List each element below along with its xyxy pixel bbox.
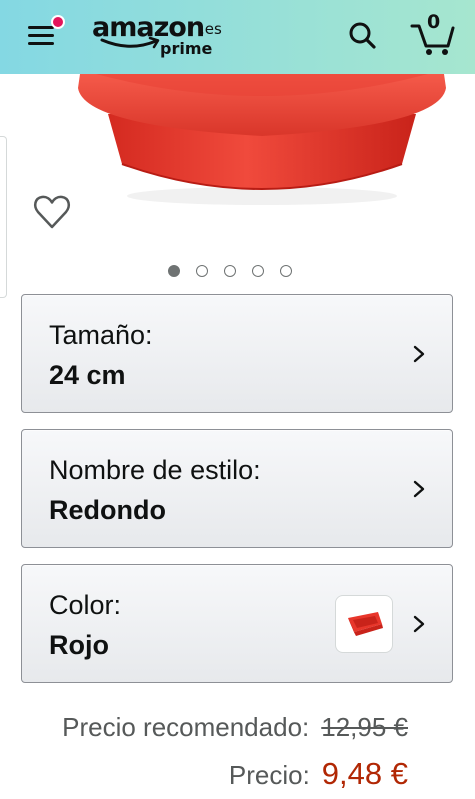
logo-prime: prime: [160, 39, 213, 58]
cart-button[interactable]: 0: [408, 10, 458, 58]
top-header: amazon .es prime 0: [0, 0, 475, 74]
carousel-dot[interactable]: [280, 265, 292, 277]
side-panel-tab[interactable]: [0, 136, 7, 298]
chevron-right-icon: [413, 615, 425, 632]
size-selector[interactable]: Tamaño: 24 cm: [21, 294, 453, 413]
style-label: Nombre de estilo:: [49, 455, 261, 485]
color-value: Rojo: [49, 630, 109, 660]
search-icon: [349, 22, 376, 49]
carousel-dot[interactable]: [196, 265, 208, 277]
search-button[interactable]: [345, 18, 381, 54]
heart-outline-icon: [33, 195, 71, 229]
logo-smile-icon: [100, 36, 160, 49]
product-photo: [78, 74, 446, 205]
color-label: Color:: [49, 590, 122, 620]
amazon-logo[interactable]: amazon .es prime: [92, 12, 222, 62]
red-baking-mold-thumbnail: [348, 612, 383, 636]
carousel-dot[interactable]: [252, 265, 264, 277]
price-row: Precio: 9,48 €: [229, 756, 408, 792]
logo-domain: .es: [200, 20, 222, 38]
size-value: 24 cm: [49, 360, 126, 390]
image-carousel-indicator[interactable]: [168, 265, 292, 281]
price-label: Precio:: [228, 760, 310, 790]
carousel-dot[interactable]: [168, 265, 180, 277]
notification-dot-icon: [51, 15, 65, 29]
list-price: 12,95 €: [321, 712, 408, 742]
cart-count: 0: [427, 11, 441, 33]
style-value: Redondo: [49, 495, 166, 525]
chevron-right-icon: [413, 345, 425, 362]
sale-price: 9,48 €: [321, 756, 408, 791]
size-label: Tamaño:: [49, 320, 153, 350]
color-selector[interactable]: Color: Rojo: [21, 564, 453, 683]
list-price-row: Precio recomendado: 12,95 €: [62, 712, 408, 743]
carousel-dot[interactable]: [224, 265, 236, 277]
menu-button[interactable]: [22, 15, 65, 54]
product-image[interactable]: [0, 74, 475, 294]
style-selector[interactable]: Nombre de estilo: Redondo: [21, 429, 453, 548]
wishlist-button[interactable]: [32, 193, 72, 231]
color-swatch[interactable]: [335, 595, 393, 653]
list-price-label: Precio recomendado:: [62, 712, 310, 742]
chevron-right-icon: [413, 480, 425, 497]
